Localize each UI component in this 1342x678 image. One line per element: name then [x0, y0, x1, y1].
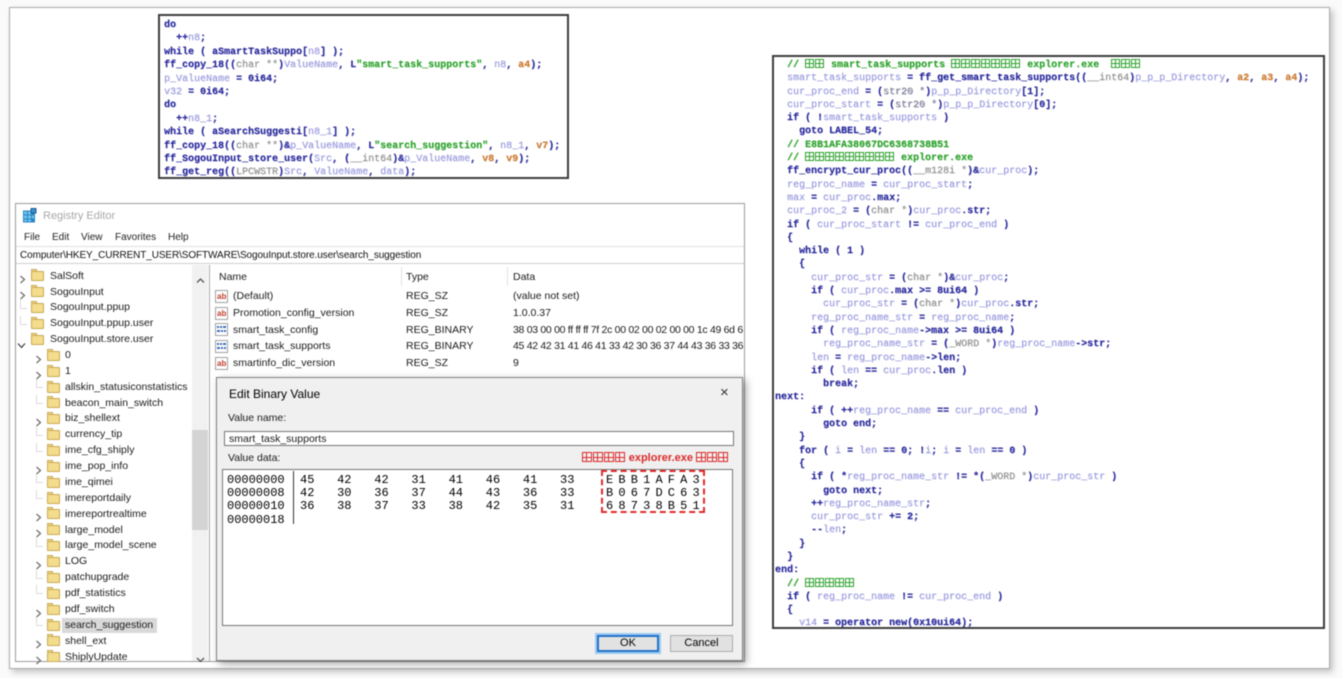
svg-text:ab: ab — [217, 292, 226, 301]
svg-text:ab: ab — [217, 359, 226, 368]
svg-text:ab: ab — [217, 309, 226, 318]
